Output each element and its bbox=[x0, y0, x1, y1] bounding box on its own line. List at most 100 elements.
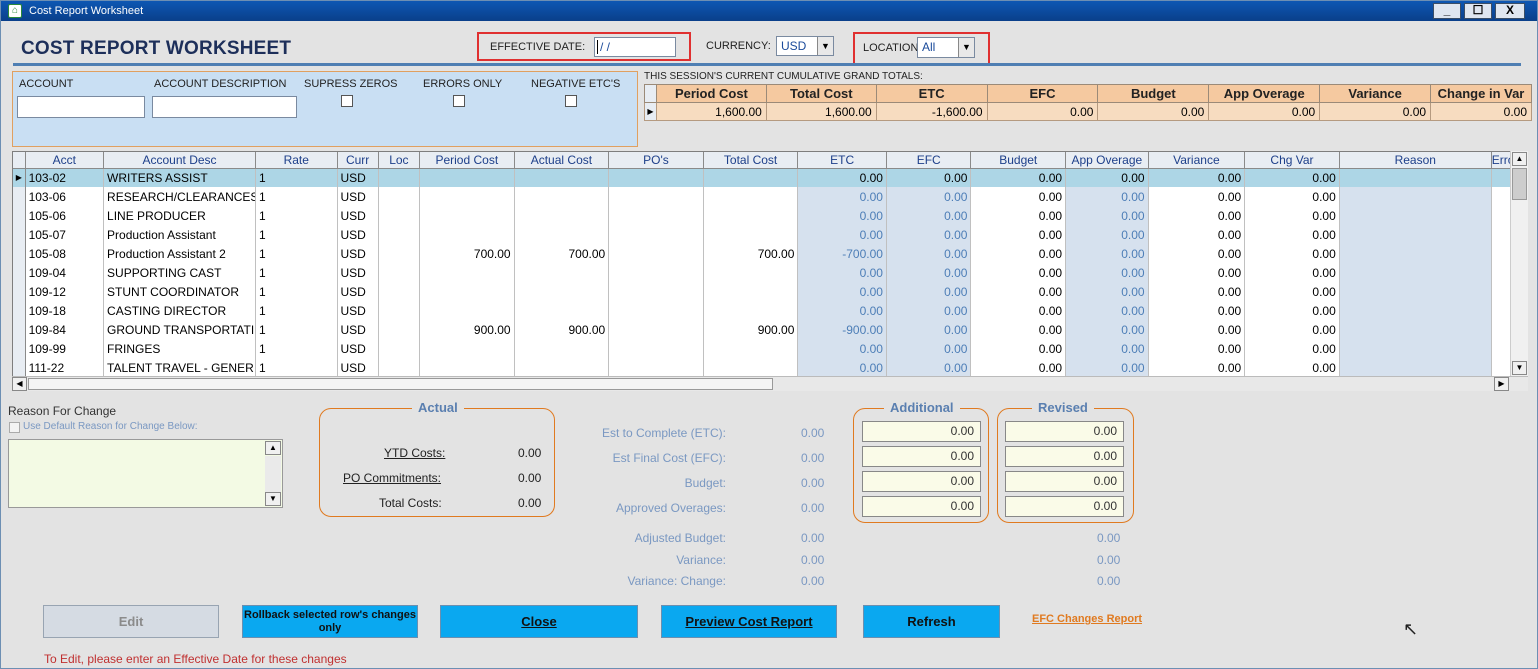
desc-cell[interactable]: STUNT COORDINATOR bbox=[103, 282, 256, 301]
desc-cell[interactable]: Production Assistant 2 bbox=[103, 244, 256, 263]
acct-cell[interactable]: 103-06 bbox=[25, 187, 105, 206]
total-cost-cell[interactable] bbox=[703, 263, 799, 282]
column-header-budget[interactable]: Budget bbox=[970, 152, 1067, 169]
additional-approved-input[interactable]: 0.00 bbox=[862, 496, 981, 517]
revised-etc-input[interactable]: 0.00 bbox=[1005, 421, 1124, 442]
rate-cell[interactable]: 1 bbox=[255, 225, 338, 244]
pos-cell[interactable] bbox=[608, 225, 704, 244]
loc-cell[interactable] bbox=[378, 263, 421, 282]
acct-cell[interactable]: 109-18 bbox=[25, 301, 105, 320]
app-overage-cell[interactable]: 0.00 bbox=[1065, 339, 1149, 358]
pos-cell[interactable] bbox=[608, 358, 704, 377]
acct-cell[interactable]: 103-02 bbox=[25, 168, 105, 187]
close-button[interactable]: Close bbox=[440, 605, 638, 638]
curr-cell[interactable]: USD bbox=[337, 263, 379, 282]
desc-cell[interactable]: SUPPORTING CAST bbox=[103, 263, 256, 282]
column-header-actual-cost[interactable]: Actual Cost bbox=[514, 152, 610, 169]
scroll-up-icon[interactable]: ▲ bbox=[265, 441, 281, 455]
refresh-button[interactable]: Refresh bbox=[863, 605, 1000, 638]
efc-cell[interactable]: 0.00 bbox=[886, 320, 972, 339]
total-cost-cell[interactable] bbox=[703, 339, 799, 358]
chg-var-cell[interactable]: 0.00 bbox=[1244, 244, 1340, 263]
table-row[interactable]: 109-84 GROUND TRANSPORTATI 1 USD 900.00 900.0… bbox=[13, 320, 1514, 339]
actual-cost-cell[interactable] bbox=[514, 225, 610, 244]
variance-cell[interactable]: 0.00 bbox=[1148, 263, 1246, 282]
column-header-acct[interactable]: Acct bbox=[25, 152, 105, 169]
curr-cell[interactable]: USD bbox=[337, 206, 379, 225]
rollback-button[interactable]: Rollback selected row's changes only bbox=[242, 605, 418, 638]
budget-cell[interactable]: 0.00 bbox=[970, 339, 1067, 358]
table-row[interactable]: 109-99 FRINGES 1 USD 0.00 0.00 0.00 0.00 0.00 0.0… bbox=[13, 339, 1514, 358]
additional-budget-input[interactable]: 0.00 bbox=[862, 471, 981, 492]
rate-cell[interactable]: 1 bbox=[255, 168, 338, 187]
period-cost-cell[interactable]: 900.00 bbox=[419, 320, 515, 339]
variance-cell[interactable]: 0.00 bbox=[1148, 339, 1246, 358]
total-cost-cell[interactable] bbox=[703, 225, 799, 244]
pos-cell[interactable] bbox=[608, 244, 704, 263]
etc-cell[interactable]: 0.00 bbox=[797, 187, 887, 206]
revised-efc-input[interactable]: 0.00 bbox=[1005, 446, 1124, 467]
app-overage-cell[interactable]: 0.00 bbox=[1065, 282, 1149, 301]
etc-cell[interactable]: 0.00 bbox=[797, 263, 887, 282]
rate-cell[interactable]: 1 bbox=[255, 301, 338, 320]
efc-cell[interactable]: 0.00 bbox=[886, 206, 972, 225]
scroll-right-icon[interactable]: ▶ bbox=[1494, 377, 1509, 391]
period-cost-cell[interactable]: 700.00 bbox=[419, 244, 515, 263]
variance-cell[interactable]: 0.00 bbox=[1148, 225, 1246, 244]
rate-cell[interactable]: 1 bbox=[255, 244, 338, 263]
scroll-down-icon[interactable]: ▼ bbox=[265, 492, 281, 506]
loc-cell[interactable] bbox=[378, 320, 421, 339]
row-selector[interactable] bbox=[13, 282, 26, 301]
period-cost-cell[interactable] bbox=[419, 187, 515, 206]
row-selector[interactable] bbox=[13, 244, 26, 263]
app-overage-cell[interactable]: 0.00 bbox=[1065, 301, 1149, 320]
acct-cell[interactable]: 105-08 bbox=[25, 244, 105, 263]
loc-cell[interactable] bbox=[378, 206, 421, 225]
efc-cell[interactable]: 0.00 bbox=[886, 225, 972, 244]
budget-cell[interactable]: 0.00 bbox=[970, 358, 1067, 377]
additional-etc-input[interactable]: 0.00 bbox=[862, 421, 981, 442]
chg-var-cell[interactable]: 0.00 bbox=[1244, 358, 1340, 377]
account-input[interactable] bbox=[17, 96, 145, 118]
row-selector[interactable] bbox=[13, 206, 26, 225]
maximize-button[interactable]: ☐ bbox=[1464, 3, 1492, 19]
budget-cell[interactable]: 0.00 bbox=[970, 168, 1067, 187]
total-cost-cell[interactable]: 700.00 bbox=[703, 244, 799, 263]
acct-cell[interactable]: 109-04 bbox=[25, 263, 105, 282]
etc-cell[interactable]: 0.00 bbox=[797, 225, 887, 244]
budget-cell[interactable]: 0.00 bbox=[970, 320, 1067, 339]
additional-efc-input[interactable]: 0.00 bbox=[862, 446, 981, 467]
desc-cell[interactable]: GROUND TRANSPORTATI bbox=[103, 320, 256, 339]
actual-cost-cell[interactable] bbox=[514, 282, 610, 301]
scroll-down-icon[interactable]: ▼ bbox=[1512, 361, 1527, 375]
pos-cell[interactable] bbox=[608, 282, 704, 301]
column-header-account-desc[interactable]: Account Desc bbox=[103, 152, 256, 169]
table-row[interactable]: 103-06 RESEARCH/CLEARANCES 1 USD 0.00 0.00 0.0… bbox=[13, 187, 1514, 206]
variance-cell[interactable]: 0.00 bbox=[1148, 244, 1246, 263]
total-cost-cell[interactable] bbox=[703, 358, 799, 377]
actual-cost-cell[interactable] bbox=[514, 187, 610, 206]
variance-cell[interactable]: 0.00 bbox=[1148, 358, 1246, 377]
acct-cell[interactable]: 109-12 bbox=[25, 282, 105, 301]
app-overage-cell[interactable]: 0.00 bbox=[1065, 206, 1149, 225]
close-window-button[interactable]: X bbox=[1495, 3, 1525, 19]
rate-cell[interactable]: 1 bbox=[255, 187, 338, 206]
curr-cell[interactable]: USD bbox=[337, 320, 379, 339]
chg-var-cell[interactable]: 0.00 bbox=[1244, 206, 1340, 225]
edit-button[interactable]: Edit bbox=[43, 605, 219, 638]
desc-cell[interactable]: LINE PRODUCER bbox=[103, 206, 256, 225]
etc-cell[interactable]: 0.00 bbox=[797, 282, 887, 301]
row-selector[interactable] bbox=[13, 263, 26, 282]
app-overage-cell[interactable]: 0.00 bbox=[1065, 320, 1149, 339]
acct-cell[interactable]: 105-07 bbox=[25, 225, 105, 244]
row-selector[interactable] bbox=[13, 187, 26, 206]
column-header-loc[interactable]: Loc bbox=[378, 152, 421, 169]
reason-cell[interactable] bbox=[1339, 244, 1492, 263]
row-selector[interactable] bbox=[13, 320, 26, 339]
desc-cell[interactable]: CASTING DIRECTOR bbox=[103, 301, 256, 320]
pos-cell[interactable] bbox=[608, 301, 704, 320]
revised-budget-input[interactable]: 0.00 bbox=[1005, 471, 1124, 492]
horizontal-scroll-thumb[interactable] bbox=[28, 378, 773, 390]
rate-cell[interactable]: 1 bbox=[255, 282, 338, 301]
reason-scroll-track[interactable] bbox=[265, 456, 281, 492]
